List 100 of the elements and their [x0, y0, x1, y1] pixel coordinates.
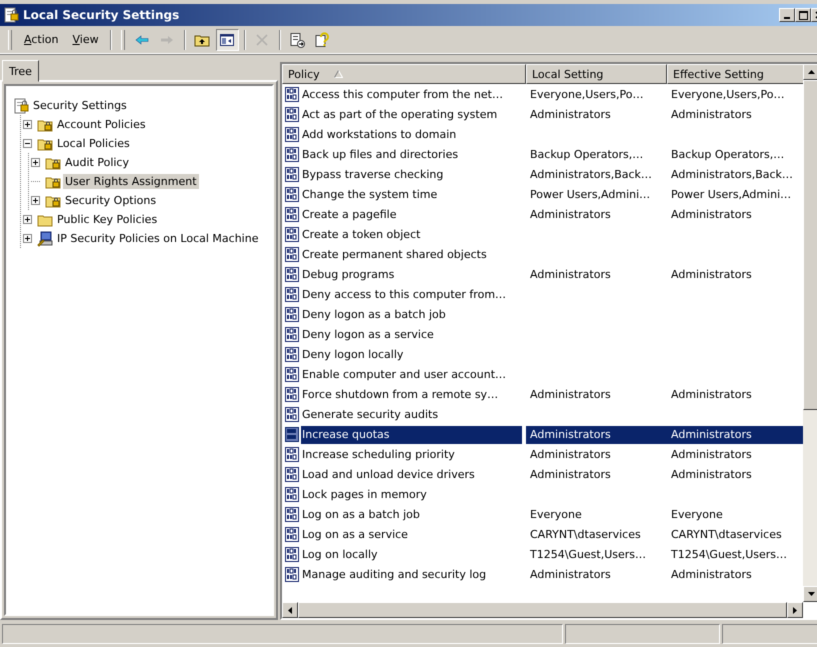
scroll-down-button[interactable]	[803, 586, 817, 602]
table-cell-text: Administrators	[529, 567, 612, 583]
policy-icon	[284, 527, 300, 543]
pane-toggle-button[interactable]	[216, 28, 239, 50]
table-cell-text: T1254\Guest,Users…	[529, 547, 648, 563]
tree-item[interactable]: Account Policies	[55, 117, 148, 132]
table-cell-text: CARYNT\dtaservices	[670, 527, 783, 543]
table-cell: Administrators	[667, 426, 803, 444]
window-title: Local Security Settings	[23, 8, 180, 22]
policy-icon	[284, 287, 300, 303]
policy-name[interactable]: Deny logon as a batch job	[301, 306, 522, 324]
policy-name[interactable]: Generate security audits	[301, 406, 522, 424]
policy-icon	[284, 367, 300, 383]
scroll-up-button[interactable]	[803, 64, 817, 80]
menu-item[interactable]: Action	[18, 30, 64, 49]
minimize-button[interactable]	[779, 8, 795, 22]
table-cell-text: Administrators,Back…	[670, 167, 794, 183]
table-cell: Administrators	[526, 426, 667, 444]
policy-icon	[284, 107, 300, 123]
policy-icon	[284, 187, 300, 203]
policy-name[interactable]: Manage auditing and security log	[301, 566, 522, 584]
scroll-left-button[interactable]	[282, 602, 298, 618]
policy-icon	[284, 247, 300, 263]
table-cell-text: Power Users,Admini…	[670, 187, 792, 203]
help-icon	[314, 32, 330, 48]
policy-name[interactable]: Log on locally	[301, 546, 522, 564]
scroll-thumb[interactable]	[803, 80, 817, 410]
policy-icon	[284, 507, 300, 523]
policy-name[interactable]: Increase scheduling priority	[301, 446, 522, 464]
policy-icon	[284, 167, 300, 183]
policy-icon	[284, 207, 300, 223]
table-cell-text: Administrators	[670, 387, 753, 403]
policy-icon	[284, 327, 300, 343]
policy-name[interactable]: Log on as a batch job	[301, 506, 522, 524]
maximize-button[interactable]	[795, 8, 811, 22]
table-cell-text: Administrators	[670, 207, 753, 223]
policy-name[interactable]: Log on as a service	[301, 526, 522, 544]
tree-item[interactable]: Audit Policy	[63, 155, 131, 170]
policy-name[interactable]: Deny logon locally	[301, 346, 522, 364]
tree-item[interactable]: Security Settings	[31, 98, 129, 113]
table-cell-text: Everyone,Users,Po…	[670, 87, 786, 103]
policy-icon	[284, 447, 300, 463]
table-cell-text: CARYNT\dtaservices	[529, 527, 642, 543]
menu-item[interactable]: View	[66, 30, 105, 49]
down-arrow-icon	[808, 592, 814, 596]
policy-name[interactable]: Lock pages in memory	[301, 486, 522, 504]
computer-icon	[37, 230, 53, 246]
policy-name[interactable]: Enable computer and user account…	[301, 366, 522, 384]
policy-name[interactable]: Add workstations to domain	[301, 126, 522, 144]
policy-icon	[284, 387, 300, 403]
column-header[interactable]: Policy	[282, 64, 526, 84]
tree-item[interactable]: Security Options	[63, 193, 158, 208]
tree-item[interactable]: User Rights Assignment	[63, 174, 199, 189]
policy-name[interactable]: Create a token object	[301, 226, 522, 244]
policy-icon	[284, 227, 300, 243]
policy-name[interactable]: Debug programs	[301, 266, 522, 284]
vertical-scrollbar[interactable]	[803, 64, 817, 602]
policy-name[interactable]: Change the system time	[301, 186, 522, 204]
delete-icon	[254, 32, 270, 48]
scroll-right-button[interactable]	[787, 602, 803, 618]
table-cell-text: Everyone	[529, 507, 583, 523]
table-cell-text: Administrators	[670, 567, 753, 583]
policy-name[interactable]: Deny access to this computer from…	[301, 286, 522, 304]
policy-icon	[284, 467, 300, 483]
policy-icon	[284, 127, 300, 143]
policy-name[interactable]: Force shutdown from a remote sy…	[301, 386, 522, 404]
policy-name[interactable]: Deny logon as a service	[301, 326, 522, 344]
policy-name[interactable]: Create permanent shared objects	[301, 246, 522, 264]
column-header[interactable]: Local Setting	[526, 64, 667, 84]
table-cell-text: Administrators	[529, 447, 612, 463]
table-cell-text: Power Users,Admini…	[529, 187, 652, 203]
policy-icon	[284, 547, 300, 563]
table-cell-text: Administrators	[529, 267, 612, 283]
tree-item[interactable]: Local Policies	[55, 136, 132, 151]
table-cell-text: Administrators	[670, 107, 753, 123]
app-icon	[3, 7, 19, 23]
document-lock-icon	[13, 98, 29, 114]
table-cell-text: T1254\Guest,Users…	[670, 547, 788, 563]
policy-name[interactable]: Increase quotas	[301, 426, 522, 444]
tab[interactable]: Tree	[2, 60, 39, 82]
policy-icon	[284, 147, 300, 163]
tree-item[interactable]: Public Key Policies	[55, 212, 160, 227]
table-cell-text: Administrators,Back…	[529, 167, 653, 183]
policy-icon	[284, 567, 300, 583]
policy-name[interactable]: Access this computer from the net…	[301, 86, 522, 104]
policy-icon	[284, 307, 300, 323]
policy-name[interactable]: Create a pagefile	[301, 206, 522, 224]
table-cell-text: Backup Operators,…	[529, 147, 644, 163]
policy-icon	[284, 87, 300, 103]
pane-toggle-icon	[219, 32, 236, 48]
right-arrow-icon	[793, 606, 797, 614]
policy-name[interactable]: Bypass traverse checking	[301, 166, 522, 184]
policy-name[interactable]: Act as part of the operating system	[301, 106, 522, 124]
policy-name[interactable]: Back up files and directories	[301, 146, 522, 164]
table-cell-text: Everyone	[670, 507, 724, 523]
maximize-icon	[798, 10, 808, 20]
column-header[interactable]: Effective Setting	[667, 64, 803, 84]
table-cell-text: Administrators	[670, 447, 753, 463]
policy-name[interactable]: Load and unload device drivers	[301, 466, 522, 484]
tree-item[interactable]: IP Security Policies on Local Machine	[55, 231, 260, 246]
